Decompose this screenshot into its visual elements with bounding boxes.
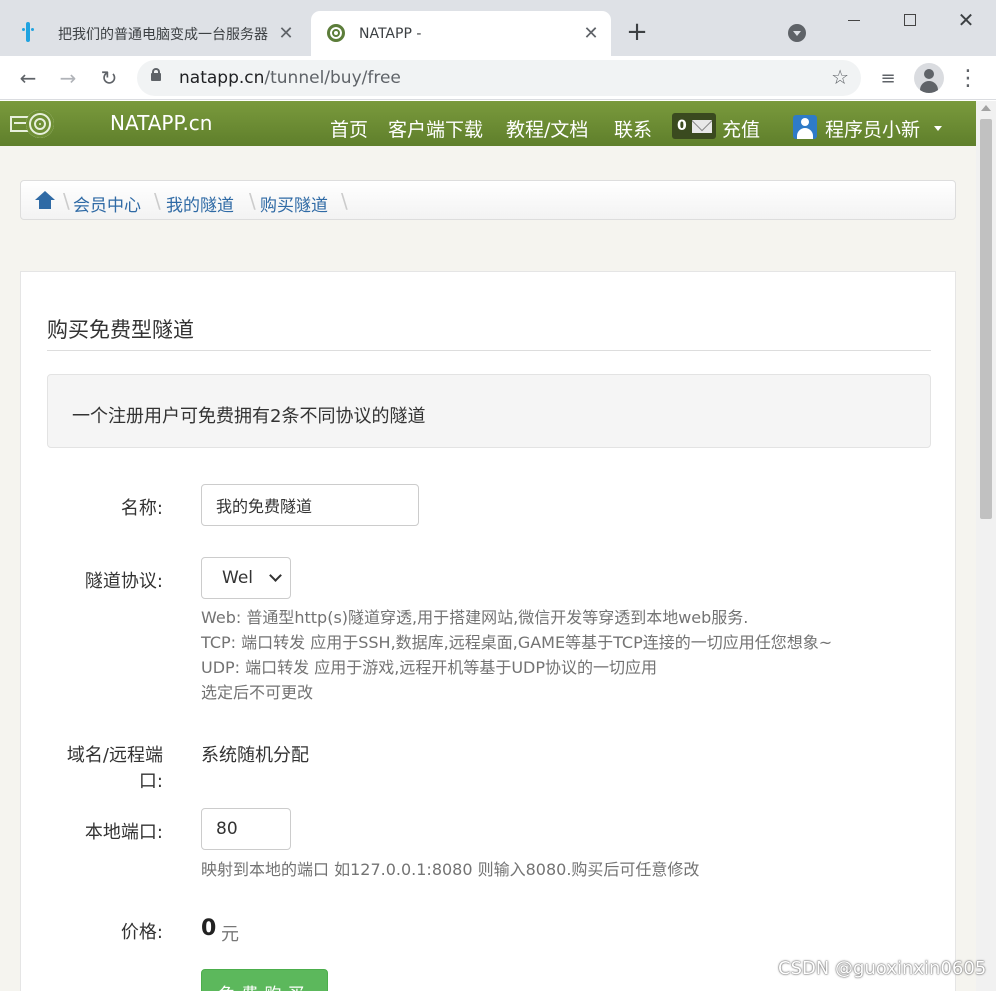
user-menu[interactable]: 程序员小新 bbox=[825, 115, 920, 142]
back-arrow-icon[interactable]: ← bbox=[14, 64, 42, 92]
price-value: 0 bbox=[201, 916, 217, 941]
nav-docs[interactable]: 教程/文档 bbox=[506, 115, 588, 142]
purchase-form-card: 购买免费型隧道 一个注册用户可免费拥有2条不同协议的隧道 名称: 隧道协议: W… bbox=[20, 271, 956, 991]
minimize-button[interactable] bbox=[832, 6, 876, 34]
url-text: natapp.cn/tunnel/buy/free bbox=[179, 68, 401, 88]
protocol-select[interactable]: Wel bbox=[201, 557, 291, 599]
domain-value: 系统随机分配 bbox=[201, 745, 309, 766]
scrollbar[interactable] bbox=[976, 101, 996, 991]
envelope-icon bbox=[691, 119, 712, 133]
protocol-help-tcp: TCP: 端口转发 应用于SSH,数据库,远程桌面,GAME等基于TCP连接的一… bbox=[201, 633, 833, 652]
name-label: 名称: bbox=[120, 498, 163, 519]
breadcrumb-buy-tunnel[interactable]: 购买隧道 bbox=[260, 191, 328, 216]
close-icon[interactable]: ✕ bbox=[581, 23, 601, 44]
scroll-thumb[interactable] bbox=[980, 119, 992, 519]
breadcrumb-my-tunnels[interactable]: 我的隧道 bbox=[166, 191, 234, 216]
new-tab-button[interactable]: + bbox=[622, 18, 652, 48]
breadcrumb-separator: \ bbox=[63, 189, 70, 213]
message-count: 0 bbox=[677, 118, 687, 134]
domain-label-line2: 口: bbox=[138, 771, 163, 792]
nav-home[interactable]: 首页 bbox=[330, 115, 368, 142]
price-unit: 元 bbox=[221, 924, 239, 945]
breadcrumb: \ 会员中心 \ 我的隧道 \ 购买隧道 \ bbox=[20, 180, 956, 220]
message-badge[interactable]: 0 bbox=[672, 113, 716, 139]
port-help: 映射到本地的端口 如127.0.0.1:8080 则输入8080.购买后可任意修… bbox=[201, 860, 700, 879]
notice-text: 一个注册用户可免费拥有2条不同协议的隧道 bbox=[72, 406, 426, 427]
more-menu-icon[interactable]: ⋮ bbox=[954, 64, 982, 92]
tab-search-icon[interactable] bbox=[788, 24, 806, 42]
caret-down-icon[interactable] bbox=[934, 126, 942, 131]
browser-tab-natapp[interactable]: NATAPP - ✕ bbox=[311, 11, 611, 56]
watermark: CSDN @guoxinxin0605 bbox=[778, 958, 987, 979]
domain-label-line1: 域名/远程端 bbox=[66, 745, 163, 766]
protocol-help-udp: UDP: 端口转发 应用于游戏,远程开机等基于UDP协议的一切应用 bbox=[201, 658, 658, 677]
protocol-help-note: 选定后不可更改 bbox=[201, 683, 314, 702]
local-port-label: 本地端口: bbox=[84, 822, 163, 843]
reading-list-icon[interactable]: ≡ bbox=[874, 64, 902, 92]
chevron-down-icon bbox=[269, 569, 282, 582]
profile-avatar-icon[interactable] bbox=[914, 63, 944, 93]
bookmark-star-icon[interactable]: ☆ bbox=[831, 65, 849, 89]
nav-recharge[interactable]: 充值 bbox=[722, 115, 760, 142]
page-content: NATAPP.cn 首页 客户端下载 教程/文档 联系 0 充值 程序员小新 \… bbox=[0, 101, 976, 991]
bilibili-icon bbox=[26, 21, 46, 44]
forward-arrow-icon[interactable]: → bbox=[54, 64, 82, 92]
breadcrumb-separator: \ bbox=[154, 189, 161, 213]
divider bbox=[47, 350, 931, 351]
tab-title: 把我们的普通电脑变成一台服务器 bbox=[58, 26, 268, 43]
reload-icon[interactable]: ↻ bbox=[95, 64, 123, 92]
browser-tabstrip: 把我们的普通电脑变成一台服务器 ✕ NATAPP - ✕ + ✕ bbox=[0, 0, 996, 56]
price-label: 价格: bbox=[120, 922, 163, 943]
user-icon bbox=[793, 115, 817, 139]
local-port-input[interactable] bbox=[201, 808, 291, 850]
breadcrumb-separator: \ bbox=[341, 189, 348, 213]
breadcrumb-member-center[interactable]: 会员中心 bbox=[73, 191, 141, 216]
natapp-logo-icon[interactable] bbox=[10, 110, 54, 138]
info-notice: 一个注册用户可免费拥有2条不同协议的隧道 bbox=[47, 374, 931, 448]
home-icon[interactable] bbox=[35, 191, 55, 209]
free-buy-button[interactable]: 免费购买 bbox=[201, 969, 328, 991]
site-brand[interactable]: NATAPP.cn bbox=[110, 111, 212, 135]
close-icon[interactable]: ✕ bbox=[276, 23, 296, 44]
site-navbar: NATAPP.cn 首页 客户端下载 教程/文档 联系 0 充值 程序员小新 bbox=[0, 101, 976, 146]
window-close-button[interactable]: ✕ bbox=[944, 6, 988, 34]
address-bar[interactable]: natapp.cn/tunnel/buy/free ☆ bbox=[137, 60, 861, 96]
browser-toolbar: ← → ↻ natapp.cn/tunnel/buy/free ☆ ≡ ⋮ bbox=[0, 56, 996, 100]
lock-icon[interactable] bbox=[151, 68, 161, 81]
protocol-selected-value: Wel bbox=[222, 568, 253, 588]
natapp-ring-icon bbox=[327, 23, 347, 44]
browser-tab-bilibili[interactable]: 把我们的普通电脑变成一台服务器 ✕ bbox=[10, 11, 306, 56]
nav-contact[interactable]: 联系 bbox=[614, 115, 652, 142]
page-title: 购买免费型隧道 bbox=[47, 318, 194, 342]
protocol-label: 隧道协议: bbox=[84, 571, 163, 592]
scroll-up-arrow-icon[interactable] bbox=[981, 105, 991, 111]
nav-download[interactable]: 客户端下载 bbox=[388, 115, 483, 142]
breadcrumb-separator: \ bbox=[249, 189, 256, 213]
maximize-button[interactable] bbox=[888, 6, 932, 34]
protocol-help-web: Web: 普通型http(s)隧道穿透,用于搭建网站,微信开发等穿透到本地web… bbox=[201, 608, 749, 627]
tunnel-name-input[interactable] bbox=[201, 484, 419, 526]
tab-title: NATAPP - bbox=[359, 25, 422, 42]
